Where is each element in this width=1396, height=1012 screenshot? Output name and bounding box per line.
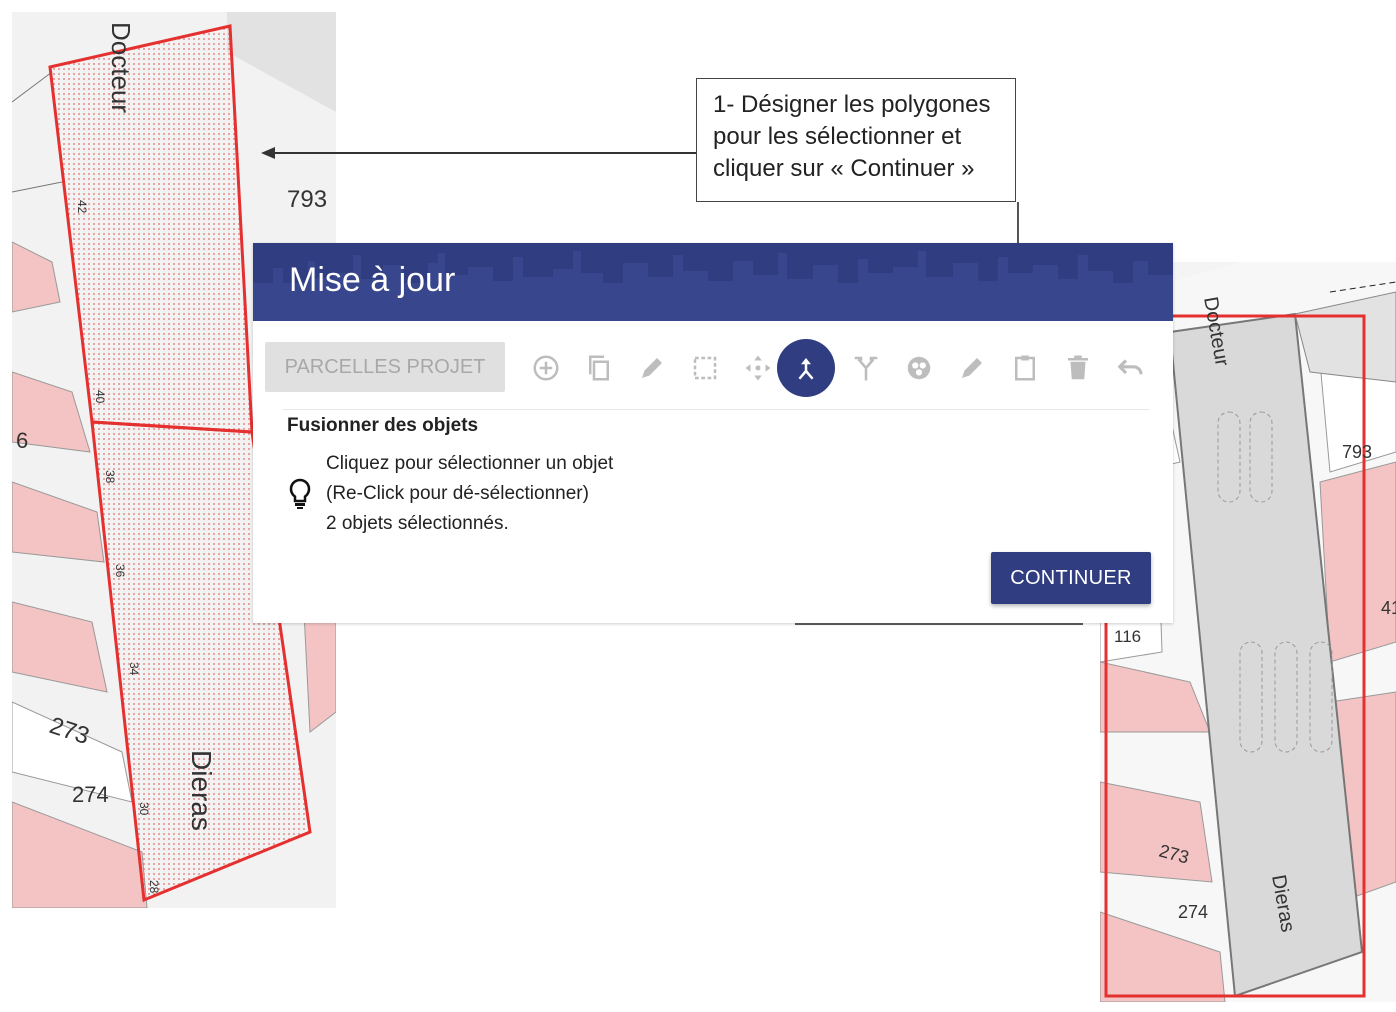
copy-icon[interactable] <box>572 341 626 395</box>
merge-icon[interactable] <box>777 339 835 397</box>
address-label-42: 42 <box>75 200 89 214</box>
info-line-2: (Re-Click pour dé-sélectionner) <box>326 483 589 504</box>
parcel-label-793-right: 793 <box>1342 442 1372 462</box>
parcel-label-116: 116 <box>1114 627 1141 646</box>
lightbulb-icon <box>289 478 311 509</box>
address-label-38: 38 <box>103 470 117 484</box>
undo-icon[interactable] <box>1104 341 1158 395</box>
address-label-36: 36 <box>113 564 127 578</box>
address-label-30: 30 <box>137 802 151 816</box>
info-line-3: 2 objets sélectionnés. <box>326 513 509 534</box>
parcel-label-274-right: 274 <box>1178 902 1208 922</box>
parcelles-projet-button[interactable]: PARCELLES PROJET <box>265 342 505 392</box>
address-label-34: 34 <box>127 662 141 676</box>
panel-header: Mise à jour <box>253 243 1173 321</box>
instruction-callout: 1- Désigner les polygones pour les sélec… <box>696 78 1016 202</box>
parcel-label-41: 41 <box>1381 598 1396 618</box>
street-label-docteur: Docteur <box>106 22 136 113</box>
add-circle-icon[interactable] <box>519 341 573 395</box>
callout-line-3: cliquer sur « Continuer » <box>713 155 975 182</box>
delete-icon[interactable] <box>1051 341 1105 395</box>
edit-icon[interactable] <box>945 341 999 395</box>
circle-cut-icon[interactable] <box>892 341 946 395</box>
continue-button[interactable]: CONTINUER <box>991 552 1151 604</box>
clipboard-icon[interactable] <box>998 341 1052 395</box>
info-line-1: Cliquez pour sélectionner un objet <box>326 453 614 474</box>
edit-toolbar: PARCELLES PROJET <box>265 339 1158 397</box>
panel-title: Mise à jour <box>289 261 456 299</box>
parcel-label-6: 6 <box>16 428 28 453</box>
callout-line-1: 1- Désigner les polygones <box>713 91 991 118</box>
address-label-28: 28 <box>147 880 161 894</box>
address-label-40: 40 <box>93 390 107 404</box>
section-title: Fusionner des objets <box>287 415 479 436</box>
callout-arrow <box>261 147 696 159</box>
callout-connector <box>1017 202 1019 244</box>
parcel-label-274: 274 <box>72 782 109 807</box>
select-square-icon[interactable] <box>678 341 732 395</box>
split-icon[interactable] <box>839 341 893 395</box>
toolbar-divider <box>283 409 1149 410</box>
parcel-label-793-left: 793 <box>287 186 328 213</box>
panel-underline <box>795 623 1083 625</box>
update-panel: Mise à jour PARCELLES PROJET Fusionner d… <box>253 243 1173 623</box>
pencil-icon[interactable] <box>625 341 679 395</box>
callout-line-2: pour les sélectionner et <box>713 123 962 150</box>
street-label-dieras: Dieras <box>186 750 217 831</box>
